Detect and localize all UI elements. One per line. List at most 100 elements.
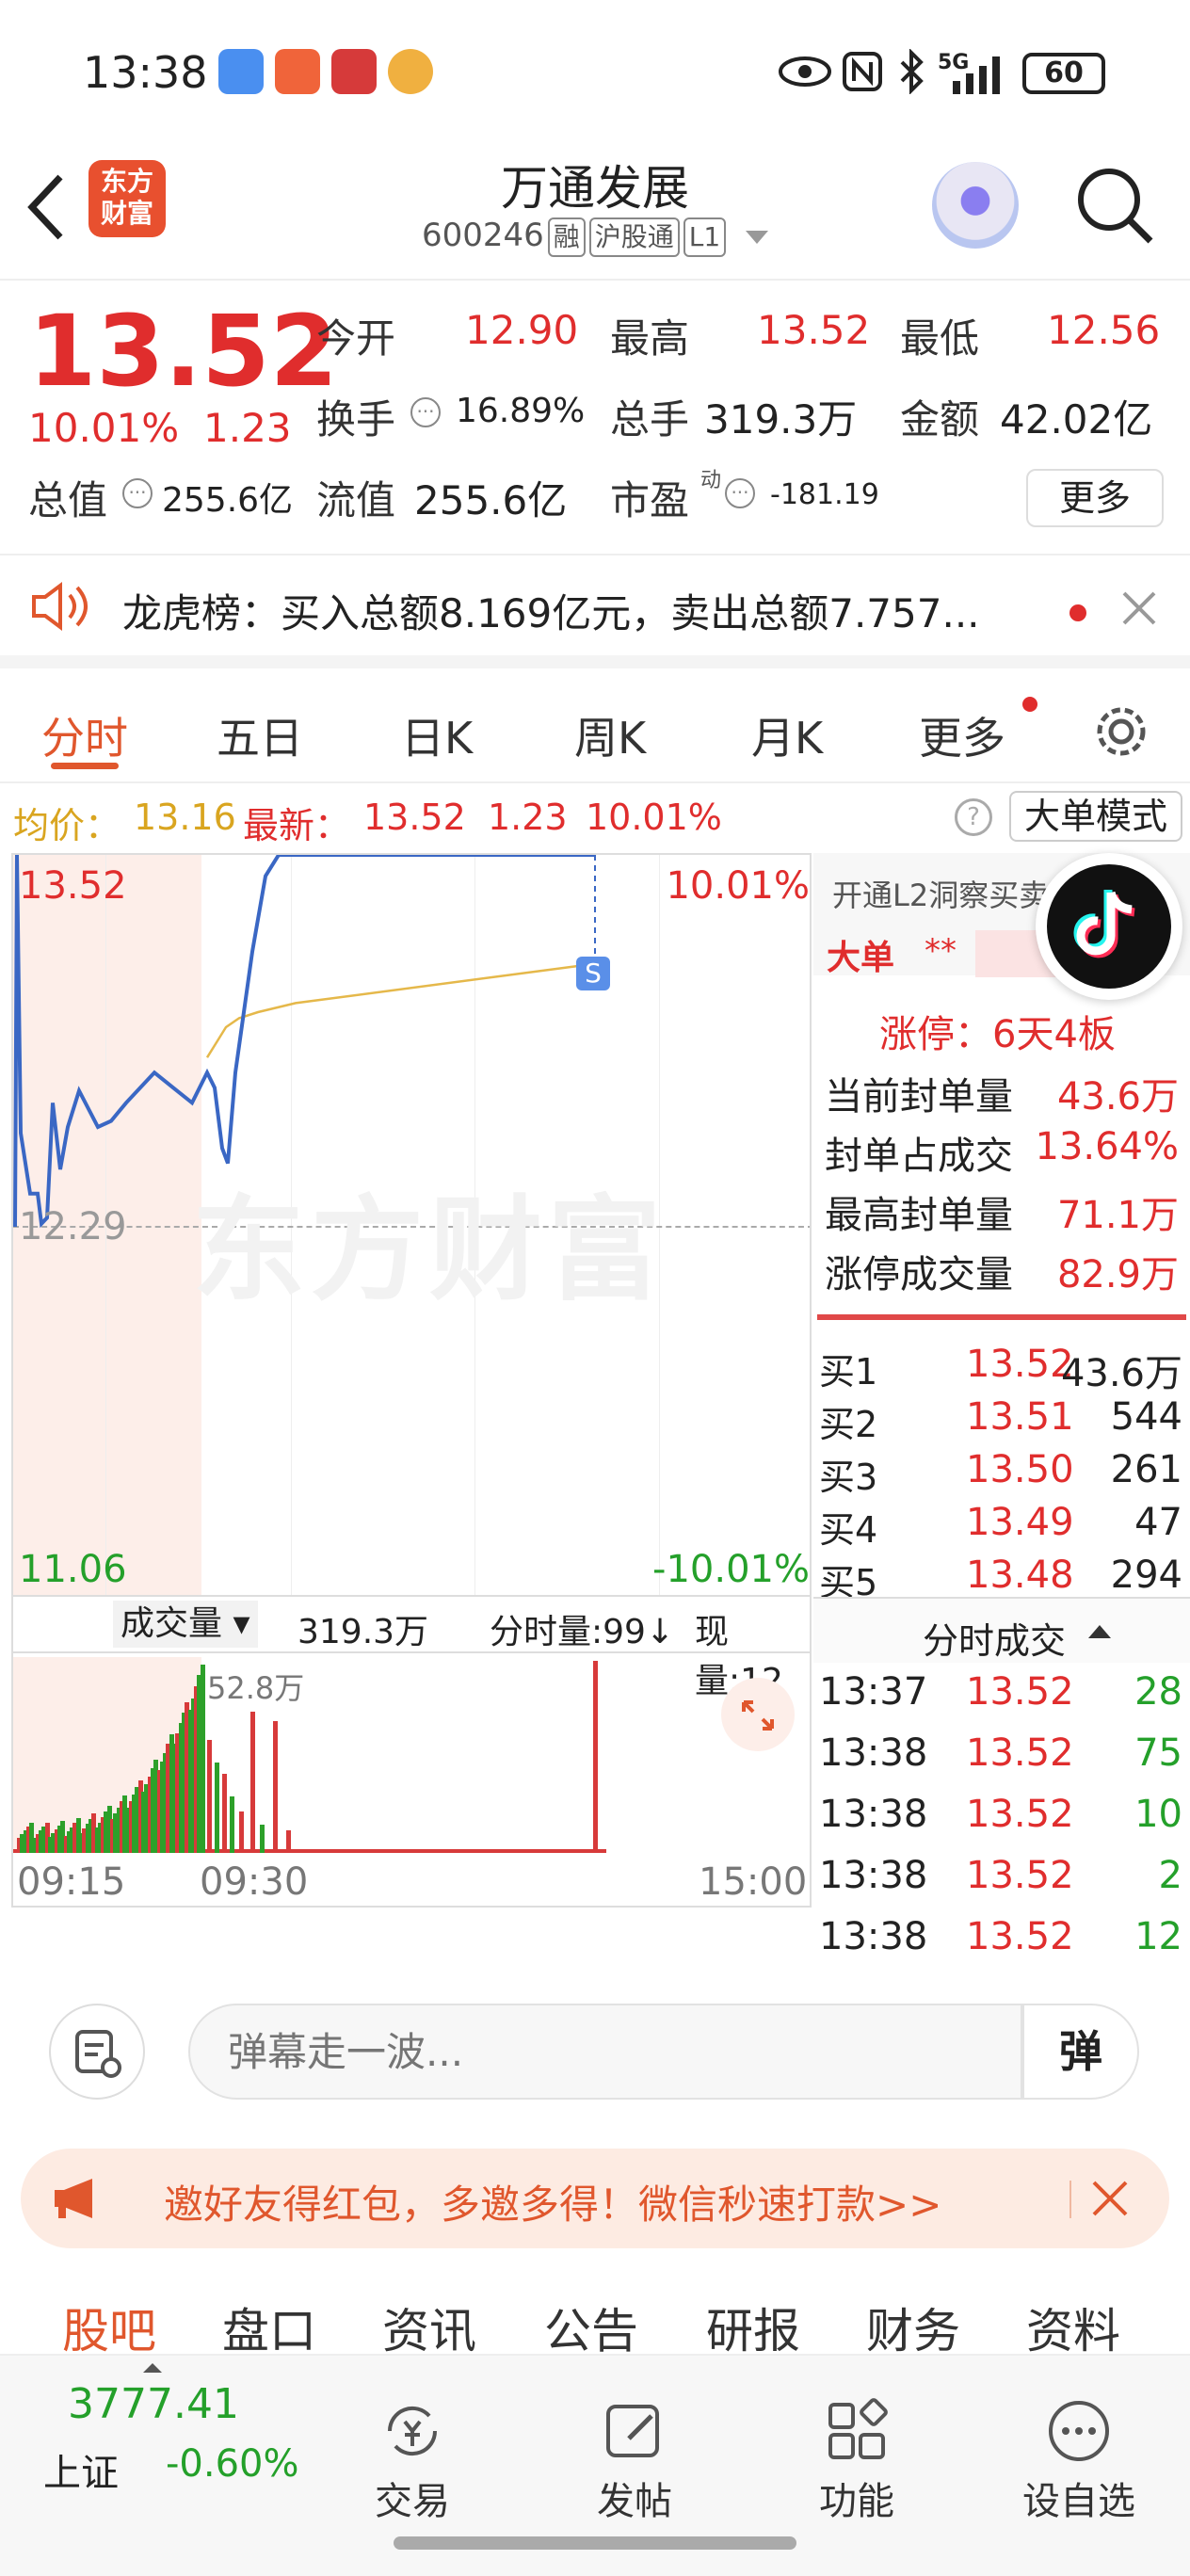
promo-text: 邀好友得红包，多邀多得！微信秒速打款>> [164, 2182, 942, 2228]
tab-daily-k[interactable]: 日K [401, 704, 473, 766]
danmu-list-button[interactable] [49, 2004, 145, 2100]
close-icon[interactable] [1090, 2179, 1130, 2218]
trade-price: 13.52 [966, 1854, 1074, 1897]
trades-title: 分时成交 [923, 1620, 1067, 1662]
nav-trade-label: 交易 [375, 2480, 450, 2523]
tab-weekly-k[interactable]: 周K [574, 704, 646, 766]
bid-price: 13.52 [966, 1343, 1074, 1386]
trade-time: 13:38 [819, 1793, 928, 1836]
float-value: 255.6亿 [414, 477, 568, 523]
robot-avatar[interactable] [932, 162, 1019, 249]
top-pct-label: 10.01% [666, 864, 810, 908]
more-button[interactable]: 更多 [1026, 469, 1164, 527]
nav-trade[interactable]: 交易 [337, 2397, 488, 2525]
vol-total: 319.3万 [298, 1613, 429, 1651]
volume-selector[interactable]: 成交量 ▾ [113, 1601, 258, 1648]
danmu-btn-label: 弹 [1059, 2026, 1102, 2077]
sell-marker[interactable]: S [576, 957, 610, 990]
speaker-icon [32, 582, 88, 631]
tab-research[interactable]: 研报 [706, 2294, 800, 2361]
trades-header[interactable]: 分时成交 [813, 1597, 1190, 1663]
bottom-price-label: 11.06 [19, 1548, 127, 1591]
invite-promo-banner[interactable]: 邀好友得红包，多邀多得！微信秒速打款>> [21, 2149, 1169, 2248]
app-icon [331, 49, 377, 94]
megaphone-icon [55, 2179, 92, 2218]
tab-profile[interactable]: 资料 [1026, 2294, 1120, 2361]
index-ticker[interactable]: 3777.41 上证 -0.60% [38, 2356, 320, 2535]
quote-panel: 13.52 10.01% 1.23 今开 12.90 最高 13.52 最低 1… [0, 281, 1190, 554]
bid-qty: 47 [1134, 1501, 1182, 1544]
dragon-tiger-notice[interactable]: 龙虎榜：买入总额8.169亿元，卖出总额7.757... [0, 554, 1190, 668]
tab-five-day[interactable]: 五日 [217, 704, 303, 766]
tab-more-dot [1022, 697, 1037, 712]
mktcap-label: 总值 [28, 477, 108, 523]
amount-label: 金额 [900, 396, 980, 443]
nav-post-label: 发帖 [597, 2480, 672, 2523]
dropdown-icon[interactable] [746, 230, 769, 244]
bid-price: 13.50 [966, 1448, 1074, 1491]
big-order-stars: ** [925, 932, 957, 970]
trade-qty: 12 [1134, 1915, 1182, 1958]
tab-announcements[interactable]: 公告 [544, 2294, 638, 2361]
l2-row-value: 43.6万 [1056, 1075, 1179, 1119]
nav-post[interactable]: 发帖 [559, 2397, 710, 2525]
unread-dot [1069, 604, 1086, 621]
bid-label: 买3 [819, 1457, 878, 1498]
volume-bar [222, 1774, 227, 1853]
index-value: 3777.41 [68, 2380, 239, 2428]
search-icon[interactable] [1073, 164, 1158, 249]
danmu-toggle-button[interactable]: 弹 [1022, 2004, 1139, 2100]
close-icon[interactable] [1120, 589, 1158, 627]
help-icon[interactable]: ? [955, 798, 992, 836]
tag-margin: 融 [547, 217, 586, 257]
mktcap-value: 255.6亿 [162, 481, 294, 520]
sort-up-icon[interactable] [1088, 1625, 1111, 1638]
l2-row-label: 最高封单量 [825, 1194, 1013, 1237]
info-icon[interactable]: ··· [725, 478, 755, 508]
tab-news[interactable]: 资讯 [382, 2294, 476, 2361]
bid-label: 买4 [819, 1509, 878, 1551]
bid-qty: 261 [1110, 1448, 1182, 1491]
gear-icon[interactable] [1092, 702, 1150, 761]
volume-bar [230, 1796, 234, 1853]
info-icon[interactable]: ··· [122, 478, 153, 508]
time-label-open: 09:15 [17, 1860, 126, 1904]
price-summary-line: 均价： 13.16 最新： 13.52 1.23 10.01% ? 大单模式 [0, 783, 1190, 849]
nav-functions[interactable]: 功能 [781, 2397, 932, 2525]
latest-change: 1.23 [488, 797, 568, 838]
volume-bar [273, 1721, 278, 1853]
tab-intraday[interactable]: 分时 [41, 704, 128, 766]
vol-spike [593, 1661, 598, 1853]
bottom-pct-label: -10.01% [652, 1548, 810, 1591]
intraday-chart[interactable]: 东方财富 S 13.52 10.01% 12.29 11.06 -10.01% [11, 853, 812, 1597]
nav-functions-label: 功能 [819, 2480, 894, 2523]
trade-price: 13.52 [966, 1670, 1074, 1714]
big-order-mode-button[interactable]: 大单模式 [1009, 791, 1183, 842]
nav-customize[interactable]: 设自选 [1004, 2397, 1154, 2525]
status-bar: 13:38 5G 60 [0, 0, 1190, 141]
tab-more[interactable]: 更多 [919, 704, 1005, 766]
notice-text: 龙虎榜：买入总额8.169亿元，卖出总额7.757... [122, 590, 980, 636]
tab-guba[interactable]: 股吧 [62, 2294, 156, 2361]
mid-price-label: 12.29 [19, 1205, 127, 1248]
danmu-input[interactable] [188, 2004, 1022, 2100]
tab-monthly-k[interactable]: 月K [751, 704, 823, 766]
volume-chart[interactable]: 成交量 ▾ 319.3万 分时量:99↓ 现量:12 52.8万 09:15 0… [11, 1597, 812, 1908]
info-icon[interactable]: ··· [410, 397, 441, 427]
expand-icon[interactable] [721, 1678, 795, 1751]
volume-label: 总手 [610, 396, 690, 443]
bid-qty: 294 [1110, 1554, 1182, 1597]
tab-pankou[interactable]: 盘口 [222, 2294, 316, 2361]
time-label-close: 15:00 [699, 1860, 808, 1904]
tiktok-float-icon[interactable] [1036, 853, 1182, 1000]
top-price-label: 13.52 [19, 864, 127, 908]
turnover-value: 16.89% [456, 392, 586, 430]
stock-code: 600246 [421, 217, 544, 254]
vol-label: 成交量 [121, 1604, 223, 1643]
tab-finance[interactable]: 财务 [866, 2294, 960, 2361]
mascot-icon [388, 49, 433, 94]
volume-bar [215, 1763, 219, 1853]
trade-price: 13.52 [966, 1793, 1074, 1836]
bid-price: 13.48 [966, 1554, 1074, 1597]
avg-price-line [205, 962, 596, 1058]
